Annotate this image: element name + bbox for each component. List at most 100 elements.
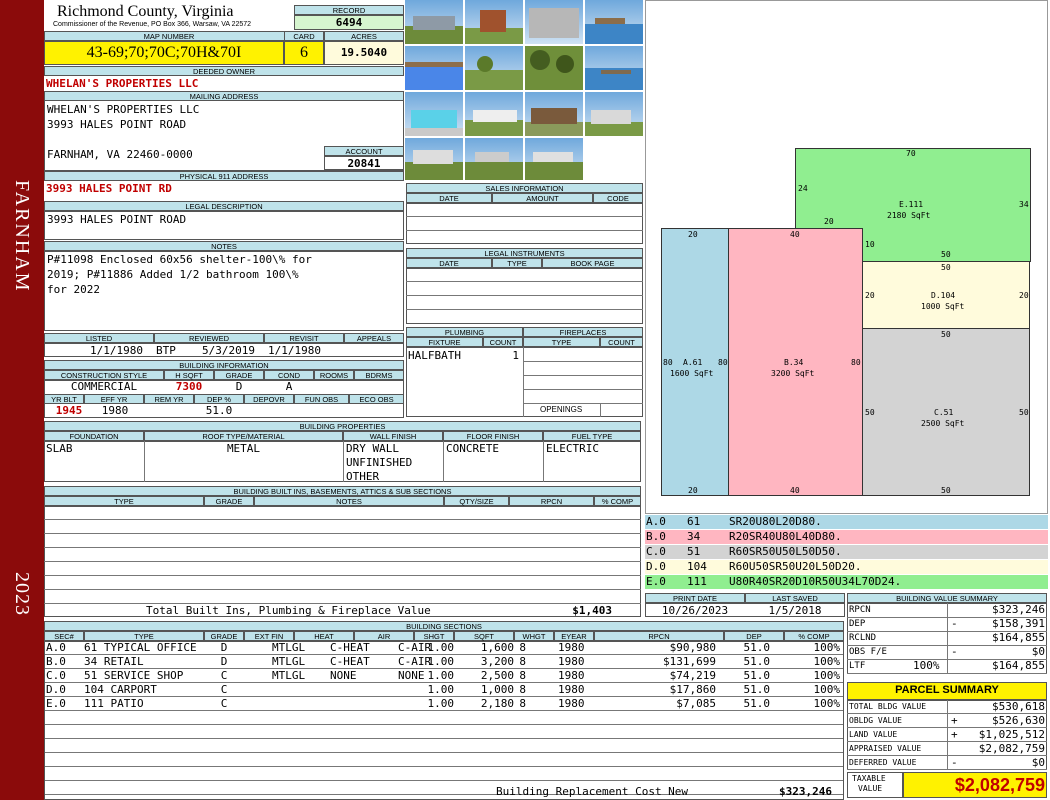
bvs-ltf: $164,855 (992, 659, 1045, 672)
col-sale-code: CODE (593, 193, 643, 203)
col-rpcn: RPCN (594, 631, 724, 641)
b-right-dim: 80 (851, 358, 861, 367)
col-li-type: TYPE (492, 258, 542, 268)
ps-appraised: $2,082,759 (978, 742, 1045, 755)
bvs-ltf-label: LTF (849, 661, 866, 671)
d-name: D.104 (931, 291, 956, 300)
ps-deferred-sign: - (951, 756, 958, 769)
d-top-dim: 50 (941, 263, 951, 272)
bvs-dep: $158,391 (992, 617, 1045, 630)
bvs-obs-label: OBS F/E (849, 647, 887, 657)
bvs-obs: $0 (1031, 645, 1045, 658)
legend-code: 111 (687, 575, 707, 588)
col-fixture: FIXTURE (406, 337, 483, 347)
col-rooms: ROOMS (314, 370, 354, 380)
building-info-frame (44, 380, 404, 418)
roof: METAL (226, 442, 261, 455)
col-heat: HEAT (294, 631, 354, 641)
sales-info-label: SALES INFORMATION (406, 183, 643, 193)
ps-land-sign: + (951, 728, 958, 741)
a-bottom-dim: 20 (688, 486, 698, 495)
a-area: 1600 SqFt (670, 369, 714, 378)
deeded-owner: WHELAN'S PROPERTIES LLC (46, 77, 199, 90)
col-h-sqft: H SQFT (164, 370, 214, 380)
legal-description-label: LEGAL DESCRIPTION (44, 201, 404, 211)
legend-sec: D.0 (646, 560, 666, 573)
e-right-dim: 34 (1019, 200, 1029, 209)
building-sections-label: BUILDING SECTIONS (44, 621, 844, 631)
li-divider (406, 281, 643, 282)
notes-label: NOTES (44, 241, 404, 251)
b-bottom-dim: 40 (790, 486, 800, 495)
legend-path: R60SR50U50L50D50. (729, 545, 842, 558)
bi-row-line (44, 547, 641, 548)
floor-finish: CONCRETE (446, 442, 499, 455)
col-shgt: SHGT (414, 631, 454, 641)
col-bi-comp: % COMP (594, 496, 641, 506)
builtins-label: BUILDING BUILT INS, BASEMENTS, ATTICS & … (44, 486, 641, 496)
legend-code: 61 (687, 515, 701, 528)
wall-finish-2: UNFINISHED (346, 456, 413, 469)
legend-row: A.0 61 SR20U80L20D80. (645, 515, 1048, 529)
col-grade: GRADE (204, 631, 244, 641)
col-bi-qty: QTY/SIZE (444, 496, 509, 506)
legend-sec: E.0 (646, 575, 666, 588)
col-bi-grade: GRADE (204, 496, 254, 506)
legend-code: 51 (687, 545, 701, 558)
b-top-dim: 40 (790, 230, 800, 239)
ps-obldg: $526,630 (992, 714, 1045, 727)
col-sqft: SQFT (454, 631, 514, 641)
map-number-label: MAP NUMBER (44, 31, 294, 41)
col-grade: GRADE (214, 370, 264, 380)
col-li-date: DATE (406, 258, 492, 268)
ps-land: $1,025,512 (978, 728, 1045, 741)
record-value: 6494 (335, 16, 363, 29)
bvs-rclnd-label: RCLND (849, 633, 877, 643)
mailing-frame (44, 100, 404, 171)
col-fixture-count: COUNT (483, 337, 523, 347)
replacement-cost: $323,246 (779, 785, 832, 798)
fuel-type: ELECTRIC (546, 442, 599, 455)
sales-divider (406, 216, 643, 217)
listed-date: 1/1/1980 (90, 344, 143, 357)
col-floor: FLOOR FINISH (443, 431, 543, 441)
wall-finish-3: OTHER (346, 470, 380, 483)
col-construction-style: CONSTRUCTION STYLE (44, 370, 164, 380)
col-ext-fin: EXT FIN (244, 631, 294, 641)
col-sale-amount: AMOUNT (492, 193, 593, 203)
notes-line1: P#11098 Enclosed 60x56 shelter-100\% for (47, 253, 312, 266)
property-photos (405, 0, 643, 180)
fp-divider (523, 361, 643, 362)
a-top-dim: 20 (688, 230, 698, 239)
col-roof: ROOF TYPE/MATERIAL (144, 431, 343, 441)
legend-code: 34 (687, 530, 701, 543)
taxable-label-2: VALUE (858, 784, 883, 793)
col-bdrms: BDRMS (354, 370, 404, 380)
col-eyear: EYEAR (554, 631, 594, 641)
fireplaces-label: FIREPLACES (523, 327, 643, 337)
col-fp-type: TYPE (523, 337, 600, 347)
physical-address-label: PHYSICAL 911 ADDRESS (44, 171, 404, 181)
fp-divider (523, 403, 643, 404)
d-area: 1000 SqFt (921, 302, 965, 311)
taxable-label-1: TAXABLE (852, 774, 886, 783)
col-dep: DEP (724, 631, 784, 641)
col-li-book: BOOK PAGE (542, 258, 643, 268)
print-date: 10/26/2023 (661, 604, 729, 617)
b-area: 3200 SqFt (771, 369, 815, 378)
e-left-dim: 24 (798, 184, 808, 193)
reviewed-label: REVIEWED (154, 333, 264, 343)
fixture-count: 1 (512, 349, 519, 362)
col-bi-type: TYPE (44, 496, 204, 506)
legend-sec: C.0 (646, 545, 666, 558)
ps-deferred-label: DEFERRED VALUE (849, 758, 917, 767)
fixture: HALFBATH (408, 349, 461, 362)
legend-path: U80R40SR20D10R50U34L70D24. (729, 575, 902, 588)
e-inner-top-dim: 20 (824, 217, 834, 226)
record-label: RECORD (294, 5, 404, 15)
building-info-label: BUILDING INFORMATION (44, 360, 404, 370)
col-bi-rpcn: RPCN (509, 496, 594, 506)
sidebar-city: FARNHAM (11, 180, 33, 293)
acres-label: ACRES (324, 31, 404, 41)
taxable-value: $2,082,759 (954, 775, 1045, 795)
